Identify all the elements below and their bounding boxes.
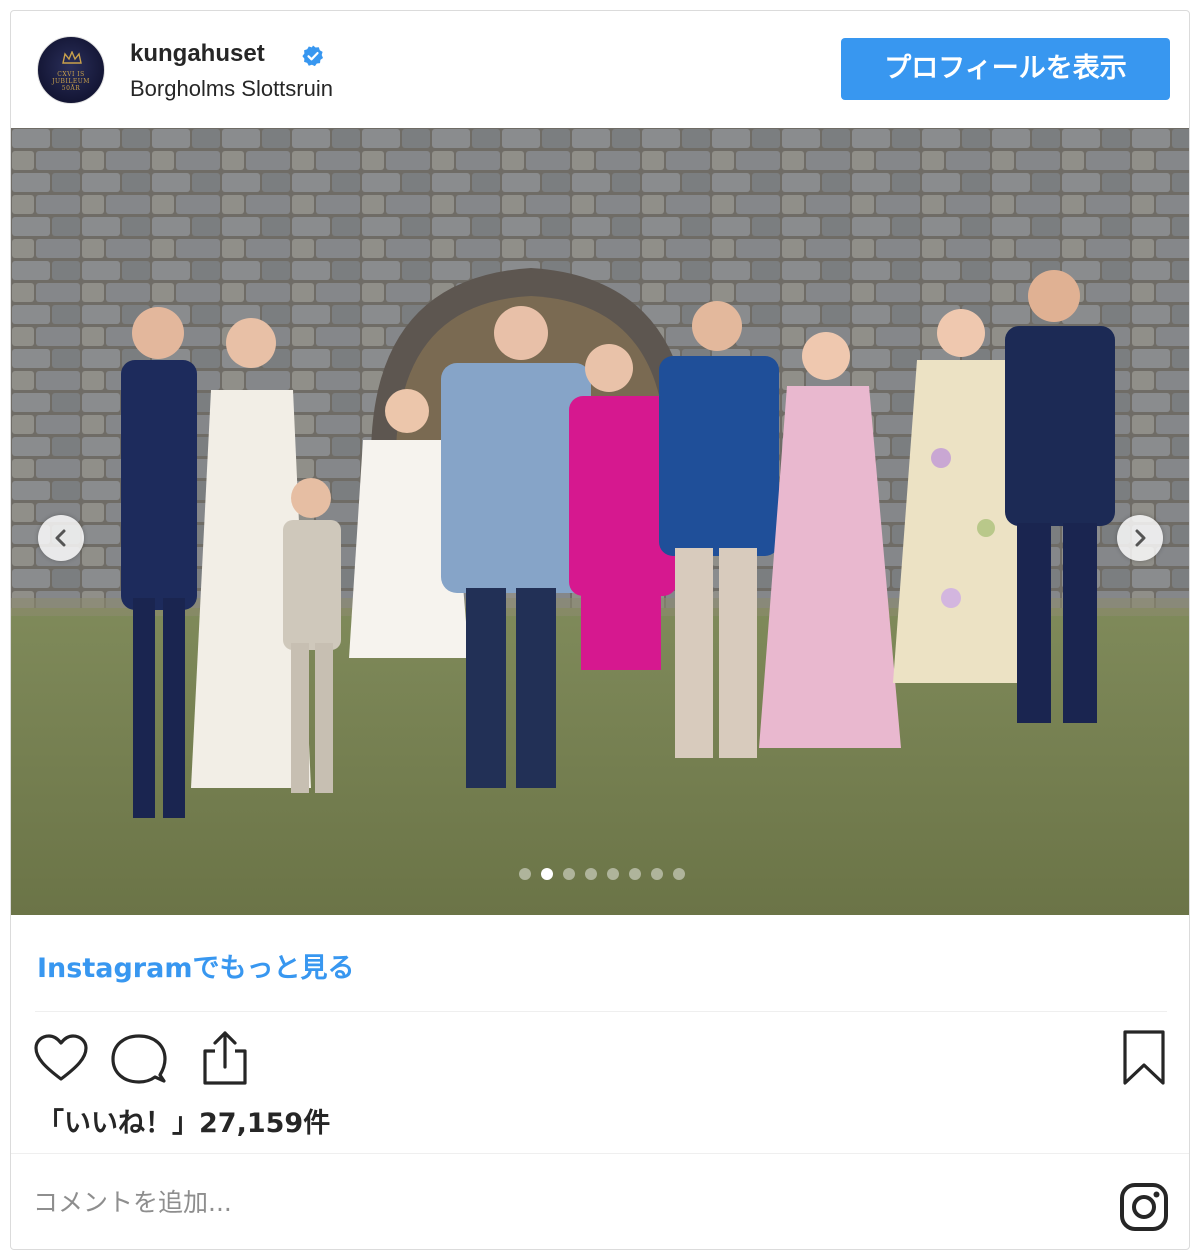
carousel-dot xyxy=(585,868,597,880)
avatar[interactable]: CXVI IS JUBILEUM 50ÅR xyxy=(37,36,105,104)
likes-count: 「いいね！」27,159件 xyxy=(37,1108,331,1139)
carousel-next-button[interactable] xyxy=(1117,515,1163,561)
avatar-text-line: CXVI IS xyxy=(57,71,85,78)
view-profile-button[interactable]: プロフィールを表示 xyxy=(841,38,1170,100)
chevron-right-icon xyxy=(1135,529,1146,547)
comment-bubble-icon[interactable] xyxy=(111,1033,167,1085)
verified-badge-icon xyxy=(302,45,323,67)
username-link[interactable]: kungahuset xyxy=(130,40,265,68)
divider xyxy=(35,1011,1167,1012)
carousel-dot xyxy=(519,868,531,880)
heart-icon[interactable] xyxy=(33,1033,89,1083)
comment-area xyxy=(11,1153,1189,1251)
avatar-text-line: JUBILEUM xyxy=(52,78,90,85)
post-header: CXVI IS JUBILEUM 50ÅR kungahuset Borghol… xyxy=(11,11,1189,129)
carousel-dots xyxy=(519,868,685,880)
share-icon[interactable] xyxy=(197,1029,253,1087)
post-photo[interactable] xyxy=(11,128,1189,915)
avatar-emblem-text: CXVI IS JUBILEUM 50ÅR xyxy=(38,71,104,92)
photo-illustration xyxy=(11,128,1189,915)
instagram-logo-icon[interactable] xyxy=(1119,1182,1169,1232)
carousel-dot xyxy=(673,868,685,880)
bookmark-icon[interactable] xyxy=(1121,1029,1167,1087)
carousel-prev-button[interactable] xyxy=(38,515,84,561)
avatar-text-line: 50ÅR xyxy=(61,85,81,92)
comment-input[interactable] xyxy=(33,1182,933,1222)
crown-icon xyxy=(62,51,82,64)
carousel-dot xyxy=(563,868,575,880)
carousel-dot xyxy=(607,868,619,880)
carousel-dot xyxy=(629,868,641,880)
carousel-dot xyxy=(541,868,553,880)
chevron-left-icon xyxy=(55,529,66,547)
instagram-embed-card: CXVI IS JUBILEUM 50ÅR kungahuset Borghol… xyxy=(10,10,1190,1250)
carousel-dot xyxy=(651,868,663,880)
view-more-on-instagram-link[interactable]: Instagramでもっと見る xyxy=(37,946,354,985)
location-link[interactable]: Borgholms Slottsruin xyxy=(130,76,333,102)
